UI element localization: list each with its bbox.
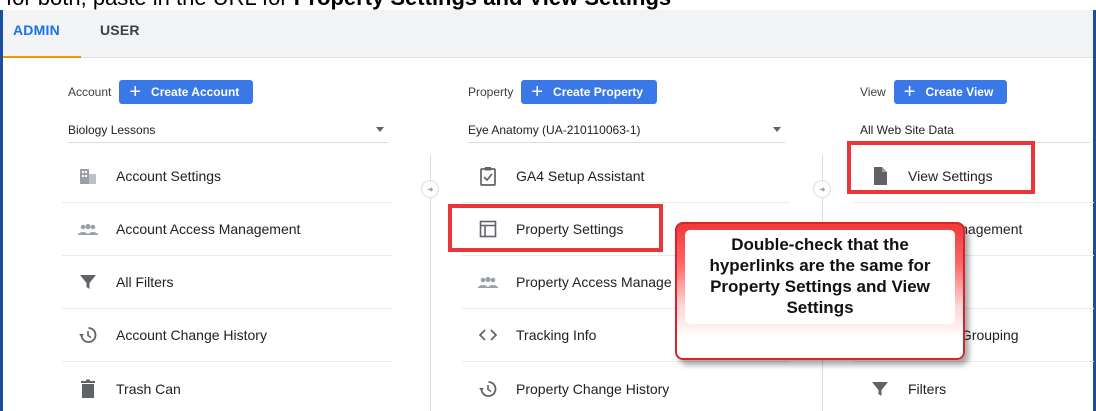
menu-item-label: Tracking Info: [516, 327, 597, 343]
view-label: View: [860, 85, 886, 99]
account-menu: Account Settings Account Access Manageme…: [62, 150, 392, 411]
building-icon: [78, 166, 98, 186]
menu-item-ga4-setup[interactable]: GA4 Setup Assistant: [462, 150, 790, 203]
callout-text: Double-check that the hyperlinks are the…: [685, 230, 955, 324]
caption-bold: Property Settings and View Settings: [294, 0, 671, 10]
plus-icon: +: [531, 81, 544, 103]
menu-item-label: Trash Can: [116, 380, 181, 397]
tab-bar: ADMIN USER: [3, 10, 1093, 58]
menu-item-trash-can[interactable]: Trash Can: [62, 362, 392, 411]
filter-icon: [870, 379, 890, 399]
dropdown-arrow-icon: [376, 127, 384, 132]
account-selected: Biology Lessons: [68, 122, 156, 137]
menu-item-label: All Filters: [116, 274, 174, 290]
plus-icon: +: [129, 81, 142, 103]
view-select[interactable]: All Web Site Data: [860, 117, 1090, 143]
people-icon: [478, 272, 498, 292]
menu-item-label: Account Access Management: [116, 221, 301, 237]
dropdown-arrow-icon: [773, 127, 781, 132]
admin-panel: ADMIN USER Account + Create Account Biolo…: [0, 10, 1096, 411]
menu-item-account-access[interactable]: Account Access Management: [62, 203, 392, 256]
callout-note: Double-check that the hyperlinks are the…: [675, 222, 965, 360]
create-property-button[interactable]: + Create Property: [521, 80, 658, 104]
trash-icon: [78, 379, 98, 399]
people-icon: [78, 219, 98, 239]
view-settings-highlight: [847, 141, 1035, 194]
code-icon: [478, 325, 498, 345]
account-select[interactable]: Biology Lessons: [68, 117, 388, 143]
tab-user[interactable]: USER: [100, 22, 140, 38]
expand-arrow-icon[interactable]: [813, 180, 831, 198]
menu-item-label: Property Change History: [516, 380, 670, 397]
account-label: Account: [68, 85, 112, 99]
create-property-label: Create Property: [553, 85, 644, 99]
menu-item-label: Property Access Manage: [516, 274, 672, 290]
menu-item-all-filters[interactable]: All Filters: [62, 256, 392, 309]
clipboard-check-icon: [478, 166, 498, 186]
property-selected: Eye Anatomy (UA-210110063-1): [468, 122, 641, 137]
menu-item-property-change-history[interactable]: Property Change History: [462, 362, 790, 411]
caption-prefix: for both, paste in the URL for: [6, 0, 294, 10]
property-header: Property + Create Property: [468, 80, 658, 104]
create-account-button[interactable]: + Create Account: [119, 80, 254, 104]
tab-admin[interactable]: ADMIN: [13, 22, 60, 38]
history-icon: [78, 325, 98, 345]
property-select[interactable]: Eye Anatomy (UA-210110063-1): [468, 117, 785, 143]
create-view-button[interactable]: + Create View: [893, 80, 1008, 104]
menu-item-label: Account Settings: [116, 168, 222, 184]
view-header: View + Create View: [860, 80, 1008, 104]
instruction-caption: for both, paste in the URL for Property …: [0, 0, 1096, 10]
view-selected: All Web Site Data: [860, 122, 954, 137]
create-view-label: Create View: [925, 85, 994, 99]
menu-item-label: GA4 Setup Assistant: [516, 168, 645, 184]
menu-item-filters[interactable]: Filters: [854, 362, 1094, 411]
create-account-label: Create Account: [151, 85, 240, 99]
history-icon: [478, 379, 498, 399]
menu-item-label: Account Change History: [116, 327, 267, 343]
expand-arrow-icon[interactable]: [421, 180, 439, 198]
plus-icon: +: [903, 81, 916, 103]
menu-item-account-change-history[interactable]: Account Change History: [62, 309, 392, 362]
menu-item-account-settings[interactable]: Account Settings: [62, 150, 392, 203]
active-tab-indicator: [3, 56, 81, 58]
filter-icon: [78, 272, 98, 292]
property-settings-highlight: [448, 204, 663, 252]
property-label: Property: [468, 85, 514, 99]
account-header: Account + Create Account: [68, 80, 254, 104]
menu-item-label: Filters: [908, 380, 947, 397]
